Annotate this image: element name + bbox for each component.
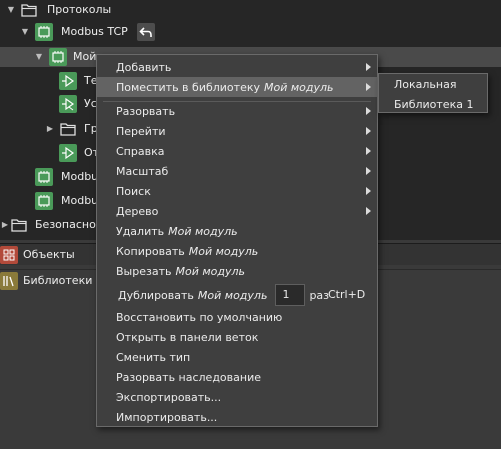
panel-label: Объекты	[23, 248, 75, 261]
menu-item-label: Копировать	[116, 244, 185, 258]
menu-item-change-type[interactable]: Сменить тип	[97, 347, 377, 367]
menu-item-add[interactable]: Добавить	[97, 57, 377, 77]
submenu-arrow-icon	[366, 107, 371, 115]
submenu-arrow-icon	[366, 63, 371, 71]
tree-item-label: Ус	[84, 97, 97, 110]
submenu-item-library-1[interactable]: Библиотека 1	[379, 94, 487, 114]
menu-item-target: Мой модуль	[175, 264, 245, 278]
menu-item-cut[interactable]: Вырезать Мой модуль	[97, 261, 377, 281]
menu-item-label: Удалить	[116, 224, 165, 238]
menu-item-label: Разорвать наследование	[116, 370, 261, 384]
menu-item-label: Добавить	[116, 60, 172, 74]
submenu-arrow-icon	[366, 207, 371, 215]
library-submenu: Локальная Библиотека 1	[378, 73, 488, 113]
signal-tag-icon	[59, 95, 77, 113]
submenu-item-local[interactable]: Локальная	[379, 74, 487, 94]
undo-arrow-icon[interactable]	[137, 23, 155, 41]
menu-item-label: Поиск	[116, 184, 151, 198]
menu-item-scale[interactable]: Масштаб	[97, 161, 377, 181]
signal-tag-icon	[59, 144, 77, 162]
chevron-down-icon[interactable]: ▼	[34, 52, 44, 62]
chevron-down-icon[interactable]: ▼	[6, 5, 16, 15]
menu-item-label: Масштаб	[116, 164, 169, 178]
tree-item-label: Modbus TCP	[61, 25, 128, 38]
menu-item-label: Перейти	[116, 124, 166, 138]
panel-label: Библиотеки	[23, 274, 93, 287]
menu-item-label: Сменить тип	[116, 350, 191, 364]
tree-item-label: Протоколы	[47, 3, 112, 16]
shortcut-label: Ctrl+D	[328, 288, 366, 301]
submenu-arrow-icon	[366, 167, 371, 175]
menu-item-place-in-library[interactable]: Поместить в библиотеку Мой модуль	[97, 77, 377, 97]
menu-item-restore-default[interactable]: Восстановить по умолчанию	[97, 307, 377, 327]
tree-item-protocols[interactable]: ▼ Протоколы	[0, 0, 501, 20]
menu-item-help[interactable]: Справка	[97, 141, 377, 161]
menu-item-label: Дублировать	[118, 288, 194, 302]
network-module-icon	[35, 168, 53, 186]
submenu-item-label: Локальная	[394, 77, 457, 91]
menu-item-label: Справка	[116, 144, 165, 158]
signal-tag-icon	[59, 72, 77, 90]
menu-item-target: Мой модуль	[264, 80, 334, 94]
menu-item-search[interactable]: Поиск	[97, 181, 377, 201]
menu-item-copy[interactable]: Копировать Мой модуль	[97, 241, 377, 261]
objects-icon	[0, 246, 18, 264]
menu-item-target: Мой модуль	[197, 288, 268, 302]
menu-item-target: Мой модуль	[168, 224, 238, 238]
folder-icon	[20, 1, 38, 19]
network-module-icon	[49, 48, 67, 66]
menu-item-label: Восстановить по умолчанию	[116, 310, 283, 324]
menu-item-break[interactable]: Разорвать	[97, 101, 377, 121]
libraries-icon	[0, 272, 18, 290]
menu-item-export[interactable]: Экспортировать...	[97, 387, 377, 407]
tree-item-label: Modbu	[61, 194, 99, 207]
chevron-right-icon[interactable]: ▶	[0, 220, 10, 230]
menu-item-label: Импортировать...	[116, 410, 218, 424]
context-menu: Добавить Поместить в библиотеку Мой моду…	[96, 54, 378, 427]
chevron-down-icon[interactable]: ▼	[20, 27, 30, 37]
duplicate-unit-label: раз	[309, 288, 330, 302]
submenu-item-label: Библиотека 1	[394, 97, 474, 111]
menu-item-label: Поместить в библиотеку	[116, 80, 260, 94]
menu-item-label: Вырезать	[116, 264, 172, 278]
menu-item-label: Разорвать	[116, 104, 176, 118]
tree-item-modbus-tcp[interactable]: ▼ Modbus TCP	[0, 22, 501, 42]
menu-item-label: Дерево	[116, 204, 159, 218]
submenu-arrow-icon	[366, 127, 371, 135]
menu-item-import[interactable]: Импортировать...	[97, 407, 377, 427]
menu-item-break-inheritance[interactable]: Разорвать наследование	[97, 367, 377, 387]
menu-item-tree[interactable]: Дерево	[97, 201, 377, 221]
menu-item-go-to[interactable]: Перейти	[97, 121, 377, 141]
menu-item-delete[interactable]: Удалить Мой модуль	[97, 221, 377, 241]
menu-item-target: Мой модуль	[188, 244, 259, 258]
menu-item-open-in-branch-panel[interactable]: Открыть в панели веток	[97, 327, 377, 347]
folder-icon	[10, 216, 28, 234]
submenu-arrow-icon	[366, 147, 371, 155]
duplicate-count-input[interactable]: 1	[275, 284, 306, 306]
submenu-arrow-icon	[366, 187, 371, 195]
menu-item-label: Открыть в панели веток	[116, 330, 259, 344]
menu-item-label: Экспортировать...	[116, 390, 222, 404]
tree-item-label: Безопасно	[35, 218, 96, 231]
tree-item-label: Modbu	[61, 170, 99, 183]
network-module-icon	[35, 23, 53, 41]
menu-item-duplicate[interactable]: Дублировать Мой модуль 1 раз Ctrl+D	[97, 283, 377, 307]
folder-icon	[59, 120, 77, 138]
chevron-right-icon[interactable]: ▶	[45, 124, 55, 134]
network-module-icon	[35, 192, 53, 210]
submenu-arrow-icon	[366, 83, 371, 91]
tree-item-label: Мой	[73, 50, 97, 63]
